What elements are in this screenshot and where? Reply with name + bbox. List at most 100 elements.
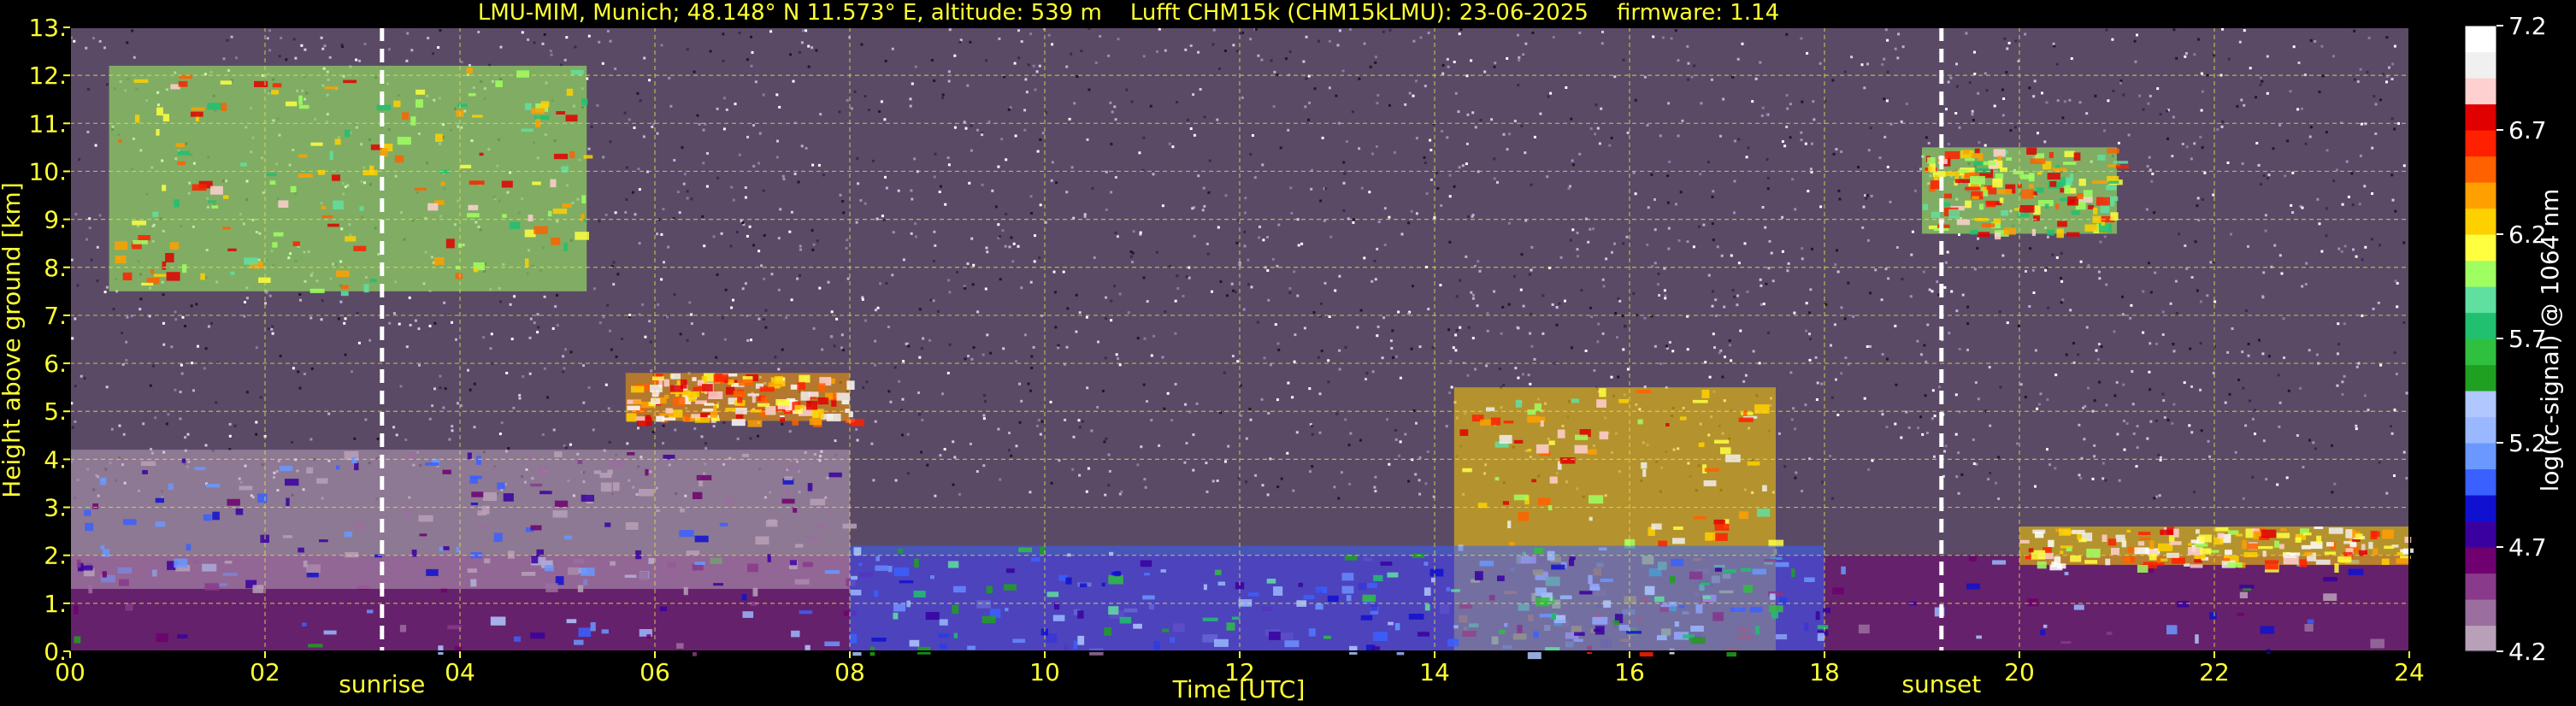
noise-speck bbox=[1901, 278, 1904, 280]
noise-speck bbox=[1657, 272, 1660, 275]
noise-speck bbox=[2305, 262, 2308, 265]
noise-speck bbox=[2087, 264, 2090, 267]
noise-speck bbox=[1441, 130, 1444, 132]
feature-cell bbox=[416, 99, 423, 108]
noise-speck bbox=[1212, 28, 1216, 32]
noise-speck bbox=[1847, 281, 1850, 285]
noise-speck bbox=[850, 107, 853, 110]
noise-speck bbox=[2289, 90, 2292, 93]
noise-speck bbox=[796, 277, 799, 280]
noise-speck bbox=[1023, 109, 1027, 112]
noise-speck bbox=[455, 338, 457, 341]
feature-cell bbox=[547, 210, 552, 217]
noise-speck bbox=[827, 280, 830, 284]
noise-speck bbox=[2284, 174, 2287, 178]
noise-speck bbox=[1681, 119, 1684, 122]
noise-speck bbox=[897, 189, 900, 192]
feature-cell bbox=[728, 379, 734, 385]
feature-cell bbox=[610, 459, 625, 468]
noise-speck bbox=[841, 349, 845, 351]
feature-cell bbox=[2262, 550, 2267, 557]
noise-speck bbox=[812, 243, 816, 246]
noise-speck bbox=[554, 305, 557, 309]
noise-speck bbox=[1666, 174, 1670, 178]
noise-speck bbox=[1958, 126, 1961, 129]
feature-cell bbox=[1927, 157, 1936, 164]
feature-cell bbox=[799, 610, 813, 615]
feature-cell bbox=[1527, 650, 1541, 660]
noise-speck bbox=[439, 386, 442, 390]
noise-speck bbox=[2166, 419, 2170, 421]
noise-speck bbox=[1954, 112, 1958, 115]
noise-speck bbox=[1762, 303, 1765, 306]
noise-speck bbox=[323, 44, 327, 48]
feature-cell bbox=[354, 521, 367, 529]
noise-speck bbox=[1418, 492, 1422, 496]
noise-speck bbox=[2129, 316, 2132, 320]
noise-speck bbox=[906, 472, 910, 475]
noise-speck bbox=[1030, 212, 1034, 215]
feature-cell bbox=[583, 155, 593, 159]
feature-cell bbox=[1067, 553, 1071, 557]
noise-speck bbox=[192, 389, 195, 392]
noise-speck bbox=[1276, 398, 1279, 402]
noise-speck bbox=[1496, 180, 1499, 184]
feature-cell bbox=[913, 591, 926, 597]
feature-cell bbox=[1494, 477, 1500, 481]
feature-cell bbox=[1970, 229, 1978, 235]
noise-speck bbox=[2193, 491, 2196, 494]
noise-speck bbox=[1429, 138, 1432, 142]
noise-speck bbox=[721, 316, 724, 320]
noise-speck bbox=[722, 32, 725, 36]
noise-speck bbox=[2290, 203, 2293, 207]
noise-speck bbox=[2230, 232, 2232, 236]
noise-speck bbox=[1809, 338, 1813, 341]
feature-cell bbox=[1963, 150, 1970, 155]
noise-speck bbox=[1577, 255, 1579, 258]
feature-cell bbox=[1556, 615, 1566, 621]
noise-speck bbox=[958, 492, 961, 496]
noise-speck bbox=[1078, 474, 1082, 477]
feature-cell bbox=[1323, 635, 1331, 639]
noise-speck bbox=[1944, 444, 1948, 448]
noise-speck bbox=[1467, 215, 1470, 218]
noise-speck bbox=[1267, 298, 1270, 302]
noise-speck bbox=[139, 308, 142, 311]
noise-speck bbox=[1809, 168, 1813, 171]
noise-speck bbox=[2259, 183, 2262, 186]
x-tick-label: 02 bbox=[250, 658, 280, 686]
noise-speck bbox=[1399, 440, 1402, 444]
feature-cell bbox=[469, 475, 478, 484]
noise-speck bbox=[971, 283, 975, 286]
noise-speck bbox=[878, 110, 881, 113]
noise-speck bbox=[1764, 226, 1767, 229]
noise-speck bbox=[2190, 385, 2193, 388]
feature-cell bbox=[2315, 559, 2331, 565]
noise-speck bbox=[1765, 113, 1769, 116]
noise-speck bbox=[1424, 482, 1428, 485]
noise-speck bbox=[1837, 189, 1841, 192]
noise-speck bbox=[1650, 173, 1653, 176]
feature-cell bbox=[1315, 586, 1328, 593]
feature-cell bbox=[1714, 439, 1730, 444]
feature-cell bbox=[1714, 523, 1730, 531]
noise-speck bbox=[1506, 56, 1509, 60]
noise-speck bbox=[1376, 247, 1379, 250]
noise-speck bbox=[1665, 344, 1668, 348]
noise-speck bbox=[1584, 350, 1588, 352]
noise-speck bbox=[1114, 232, 1117, 234]
noise-speck bbox=[846, 99, 849, 102]
noise-speck bbox=[738, 32, 741, 35]
feature-cell bbox=[2242, 539, 2247, 550]
noise-speck bbox=[2358, 203, 2361, 206]
noise-speck bbox=[1569, 238, 1572, 242]
noise-speck bbox=[1348, 482, 1352, 485]
noise-speck bbox=[1029, 491, 1032, 494]
feature-cell bbox=[2035, 532, 2044, 538]
noise-speck bbox=[2286, 139, 2290, 143]
noise-speck bbox=[722, 127, 726, 131]
feature-cell bbox=[811, 409, 824, 419]
noise-speck bbox=[1720, 254, 1724, 257]
noise-speck bbox=[1419, 36, 1423, 39]
noise-speck bbox=[1125, 88, 1129, 91]
